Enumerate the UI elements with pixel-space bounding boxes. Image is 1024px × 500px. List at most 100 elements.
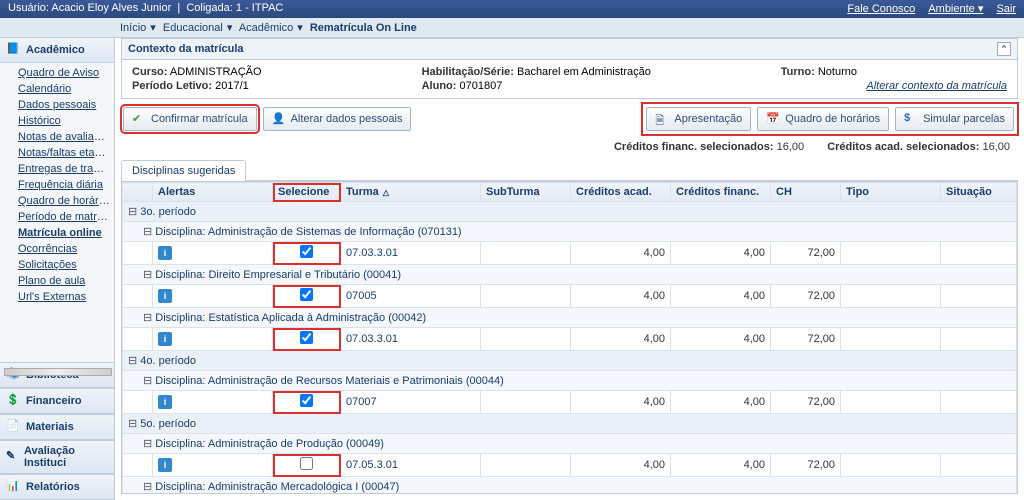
btn-simular-parcelas[interactable]: $ Simular parcelas	[895, 107, 1014, 131]
sidebar-item-0[interactable]: Quadro de Aviso	[0, 65, 114, 81]
cell-7: 72,00	[771, 328, 841, 351]
btn-confirmar-matricula[interactable]: ✔ Confirmar matrícula	[123, 107, 257, 131]
turma-link[interactable]: 07.05.3.01	[346, 459, 398, 471]
credits-summary: Créditos financ. selecionados: 16,00 Cré…	[121, 139, 1018, 159]
disciplina-row[interactable]: Disciplina: Direito Empresarial e Tribut…	[123, 265, 1017, 285]
info-icon[interactable]: i	[158, 289, 172, 303]
sidebar-scrollbar[interactable]	[4, 368, 112, 376]
cred-acad-value: 16,00	[982, 141, 1010, 153]
sidebar-item-8[interactable]: Quadro de horários	[0, 193, 114, 209]
btn-quadro-horarios[interactable]: 📅 Quadro de horários	[757, 107, 889, 131]
link-ambiente[interactable]: Ambiente ▾	[928, 3, 983, 15]
link-alterar-contexto[interactable]: Alterar contexto da matrícula	[866, 80, 1007, 92]
btn-apresentacao-label: Apresentação	[674, 113, 742, 125]
collapse-button[interactable]: ⌃	[997, 42, 1011, 56]
user-name: Acacio Eloy Alves Junior	[51, 2, 171, 14]
sidebar-item-7[interactable]: Frequência diária	[0, 177, 114, 193]
sidebar-item-1[interactable]: Calendário	[0, 81, 114, 97]
sidebar-item-4[interactable]: Notas de avaliações	[0, 129, 114, 145]
info-icon[interactable]: i	[158, 395, 172, 409]
crumb-educacional[interactable]: Educacional	[163, 22, 223, 34]
cell-9	[941, 454, 1017, 477]
disciplina-row[interactable]: Disciplina: Administração de Produção (0…	[123, 434, 1017, 454]
cell-9	[941, 242, 1017, 265]
info-icon[interactable]: i	[158, 332, 172, 346]
selecione-checkbox[interactable]	[300, 394, 313, 407]
cell-6: 4,00	[671, 454, 771, 477]
group-row[interactable]: 5o. período	[123, 414, 1017, 434]
cell-5: 4,00	[571, 391, 671, 414]
turma-link[interactable]: 07005	[346, 290, 377, 302]
crumb-inicio[interactable]: Início	[120, 22, 146, 34]
btn-apresentacao[interactable]: 🗎 Apresentação	[646, 107, 751, 131]
sidebar-bottom-2[interactable]: 📄Materiais	[0, 414, 114, 440]
cell-8	[841, 285, 941, 308]
disciplina-row[interactable]: Disciplina: Estatística Aplicada à Admin…	[123, 308, 1017, 328]
col-header-4[interactable]: SubTurma	[481, 183, 571, 202]
crumb-academico[interactable]: Acadêmico	[239, 22, 293, 34]
cell-8	[841, 242, 941, 265]
sidebar-item-9[interactable]: Período de matrícul	[0, 209, 114, 225]
tab-disciplinas-sugeridas[interactable]: Disciplinas sugeridas	[121, 160, 246, 181]
cell-2	[273, 454, 341, 477]
check-icon: ✔	[132, 112, 146, 126]
cell-2	[273, 285, 341, 308]
col-header-1[interactable]: Alertas	[153, 183, 273, 202]
info-icon[interactable]: i	[158, 458, 172, 472]
turma-link[interactable]: 07.03.3.01	[346, 247, 398, 259]
selecione-checkbox[interactable]	[300, 457, 313, 470]
cell-2	[273, 242, 341, 265]
cell-0	[123, 328, 153, 351]
disciplina-row[interactable]: Disciplina: Administração Mercadológica …	[123, 477, 1017, 495]
disciplina-row[interactable]: Disciplina: Administração de Recursos Ma…	[123, 371, 1017, 391]
btn-quadro-label: Quadro de horários	[785, 113, 880, 125]
link-sair[interactable]: Sair	[996, 3, 1016, 15]
col-header-0[interactable]	[123, 183, 153, 202]
sidebar-item-11[interactable]: Ocorrências	[0, 241, 114, 257]
cell-1: i	[153, 285, 273, 308]
periodo-label: Período Letivo:	[132, 80, 212, 92]
selecione-checkbox[interactable]	[300, 331, 313, 344]
col-header-7[interactable]: CH	[771, 183, 841, 202]
col-header-2[interactable]: Selecione	[273, 183, 341, 202]
sidebar-header-academico[interactable]: 📘 Acadêmico	[0, 38, 114, 63]
context-title-text: Contexto da matrícula	[128, 43, 244, 55]
disciplina-row[interactable]: Disciplina: Administração de Sistemas de…	[123, 222, 1017, 242]
col-header-3[interactable]: Turma△	[341, 183, 481, 202]
col-header-8[interactable]: Tipo	[841, 183, 941, 202]
turma-link[interactable]: 07.03.3.01	[346, 333, 398, 345]
group-row[interactable]: 3o. período	[123, 202, 1017, 222]
sidebar-item-10[interactable]: Matrícula online	[0, 225, 114, 241]
col-header-5[interactable]: Créditos acad.	[571, 183, 671, 202]
cell-1: i	[153, 328, 273, 351]
link-fale-conosco[interactable]: Fale Conosco	[847, 3, 915, 15]
section-icon: 💲	[6, 393, 22, 409]
tabs: Disciplinas sugeridas	[121, 159, 1018, 181]
selecione-checkbox[interactable]	[300, 288, 313, 301]
group-row[interactable]: 4o. período	[123, 351, 1017, 371]
btn-alterar-label: Alterar dados pessoais	[291, 113, 403, 125]
sidebar-bottom-1[interactable]: 💲Financeiro	[0, 388, 114, 414]
sidebar-bottom-3[interactable]: ✎Avaliação Instituci	[0, 440, 114, 474]
cred-fin-label: Créditos financ. selecionados:	[614, 141, 774, 153]
turma-link[interactable]: 07007	[346, 396, 377, 408]
cell-3: 07.05.3.01	[341, 454, 481, 477]
sidebar-item-3[interactable]: Histórico	[0, 113, 114, 129]
sidebar-item-12[interactable]: Solicitações	[0, 257, 114, 273]
cell-1: i	[153, 391, 273, 414]
cell-5: 4,00	[571, 328, 671, 351]
sidebar-item-2[interactable]: Dados pessoais	[0, 97, 114, 113]
sidebar-item-5[interactable]: Notas/faltas etapas	[0, 145, 114, 161]
cell-1: i	[153, 242, 273, 265]
sidebar-item-13[interactable]: Plano de aula	[0, 273, 114, 289]
selecione-checkbox[interactable]	[300, 245, 313, 258]
info-icon[interactable]: i	[158, 246, 172, 260]
cell-7: 72,00	[771, 242, 841, 265]
btn-alterar-dados[interactable]: 👤 Alterar dados pessoais	[263, 107, 412, 131]
sidebar-bottom-4[interactable]: 📊Relatórios	[0, 474, 114, 500]
sidebar-item-14[interactable]: Url's Externas	[0, 289, 114, 305]
cell-2	[273, 328, 341, 351]
sidebar-item-6[interactable]: Entregas de trab./a	[0, 161, 114, 177]
col-header-6[interactable]: Créditos financ.	[671, 183, 771, 202]
col-header-9[interactable]: Situação	[941, 183, 1017, 202]
